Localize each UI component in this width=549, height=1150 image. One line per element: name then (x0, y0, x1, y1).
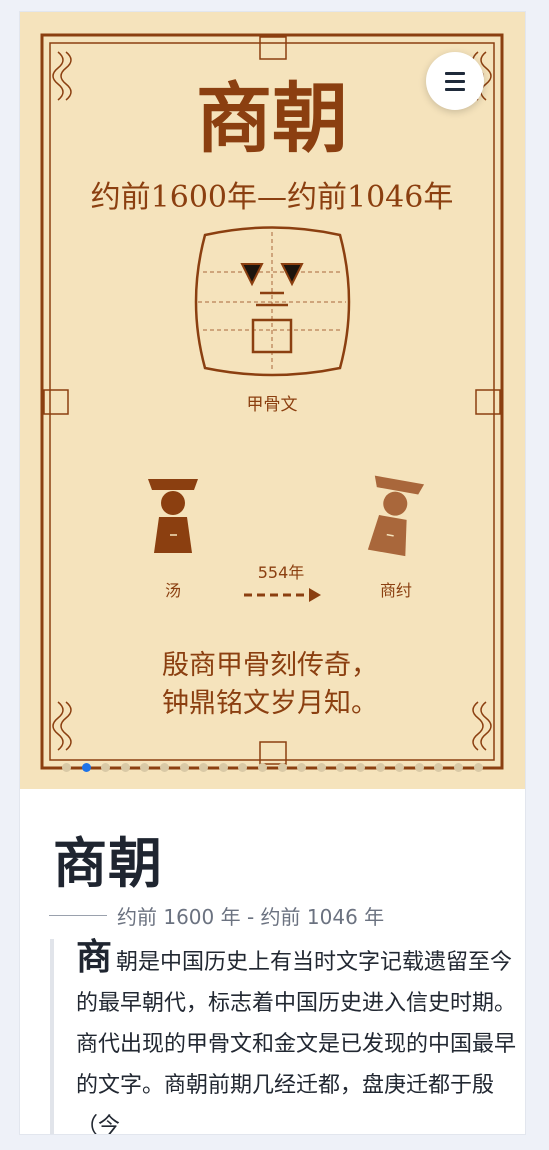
zhou-label: 商纣 (380, 581, 412, 600)
carousel-dot[interactable] (414, 763, 424, 772)
carousel-dot[interactable] (258, 763, 267, 772)
hamburger-menu-icon (445, 72, 465, 75)
poster-artwork: 商朝 约前1600年—约前1046年 甲骨文 汤 商纣 554年 殷商甲骨刻传奇… (40, 33, 504, 770)
hamburger-menu-icon-bar-3 (445, 88, 465, 91)
poem-line-2: 钟鼎铭文岁月知。 (162, 688, 378, 719)
menu-button[interactable] (426, 52, 484, 110)
carousel-dot[interactable] (356, 763, 365, 772)
carousel-dot[interactable] (454, 763, 463, 772)
period-rule (49, 915, 107, 916)
frame-square-top (259, 36, 287, 60)
article-body: 商朝是中国历史上有当时文字记载遗留至今的最早朝代，标志着中国历史进入信史时期。商… (50, 939, 525, 1134)
article-content: 商朝 约前 1600 年 - 约前 1046 年 商朝是中国历史上有当时文字记载… (20, 789, 525, 1134)
poem-line-1: 殷商甲骨刻传奇， (162, 650, 378, 681)
carousel-dot[interactable] (81, 763, 91, 772)
king-zhou-figure-icon (367, 475, 425, 557)
span-label: 554年 (258, 563, 305, 582)
carousel-dot[interactable] (473, 763, 483, 772)
poster-dates: 约前1600年—约前1046年 (91, 180, 454, 215)
tang-label: 汤 (165, 581, 181, 600)
frame-square-left (43, 389, 69, 415)
article-period: 约前 1600 年 - 约前 1046 年 (49, 901, 384, 930)
dynasty-poster[interactable]: 商朝 约前1600年—约前1046年 甲骨文 汤 商纣 554年 殷商甲骨刻传奇… (20, 12, 525, 789)
carousel-dot[interactable] (375, 763, 385, 772)
period-text: 约前 1600 年 - 约前 1046 年 (117, 905, 385, 929)
glyph-caption: 甲骨文 (247, 395, 298, 415)
timeline-arrow-icon (244, 588, 321, 602)
carousel-dot[interactable] (218, 763, 228, 772)
carousel-dot[interactable] (277, 763, 287, 772)
article-title: 商朝 (53, 831, 163, 895)
oracle-bone-glyph-icon (194, 226, 351, 377)
king-tang-figure-icon (148, 479, 198, 553)
drop-cap: 商 (76, 936, 113, 978)
carousel-dot[interactable] (160, 763, 169, 772)
carousel-dot[interactable] (316, 763, 326, 772)
poster-title: 商朝 (196, 74, 348, 163)
carousel-dot[interactable] (62, 763, 71, 772)
article-body-text: 朝是中国历史上有当时文字记载遗留至今的最早朝代，标志着中国历史进入信史时期。商代… (76, 950, 517, 1134)
carousel-dot[interactable] (179, 763, 189, 772)
carousel-dot[interactable] (120, 763, 130, 772)
hamburger-menu-icon-bar-2 (445, 80, 465, 83)
dynasty-card: 商朝 约前1600年—约前1046年 甲骨文 汤 商纣 554年 殷商甲骨刻传奇… (20, 12, 525, 1134)
frame-square-right (475, 389, 501, 415)
